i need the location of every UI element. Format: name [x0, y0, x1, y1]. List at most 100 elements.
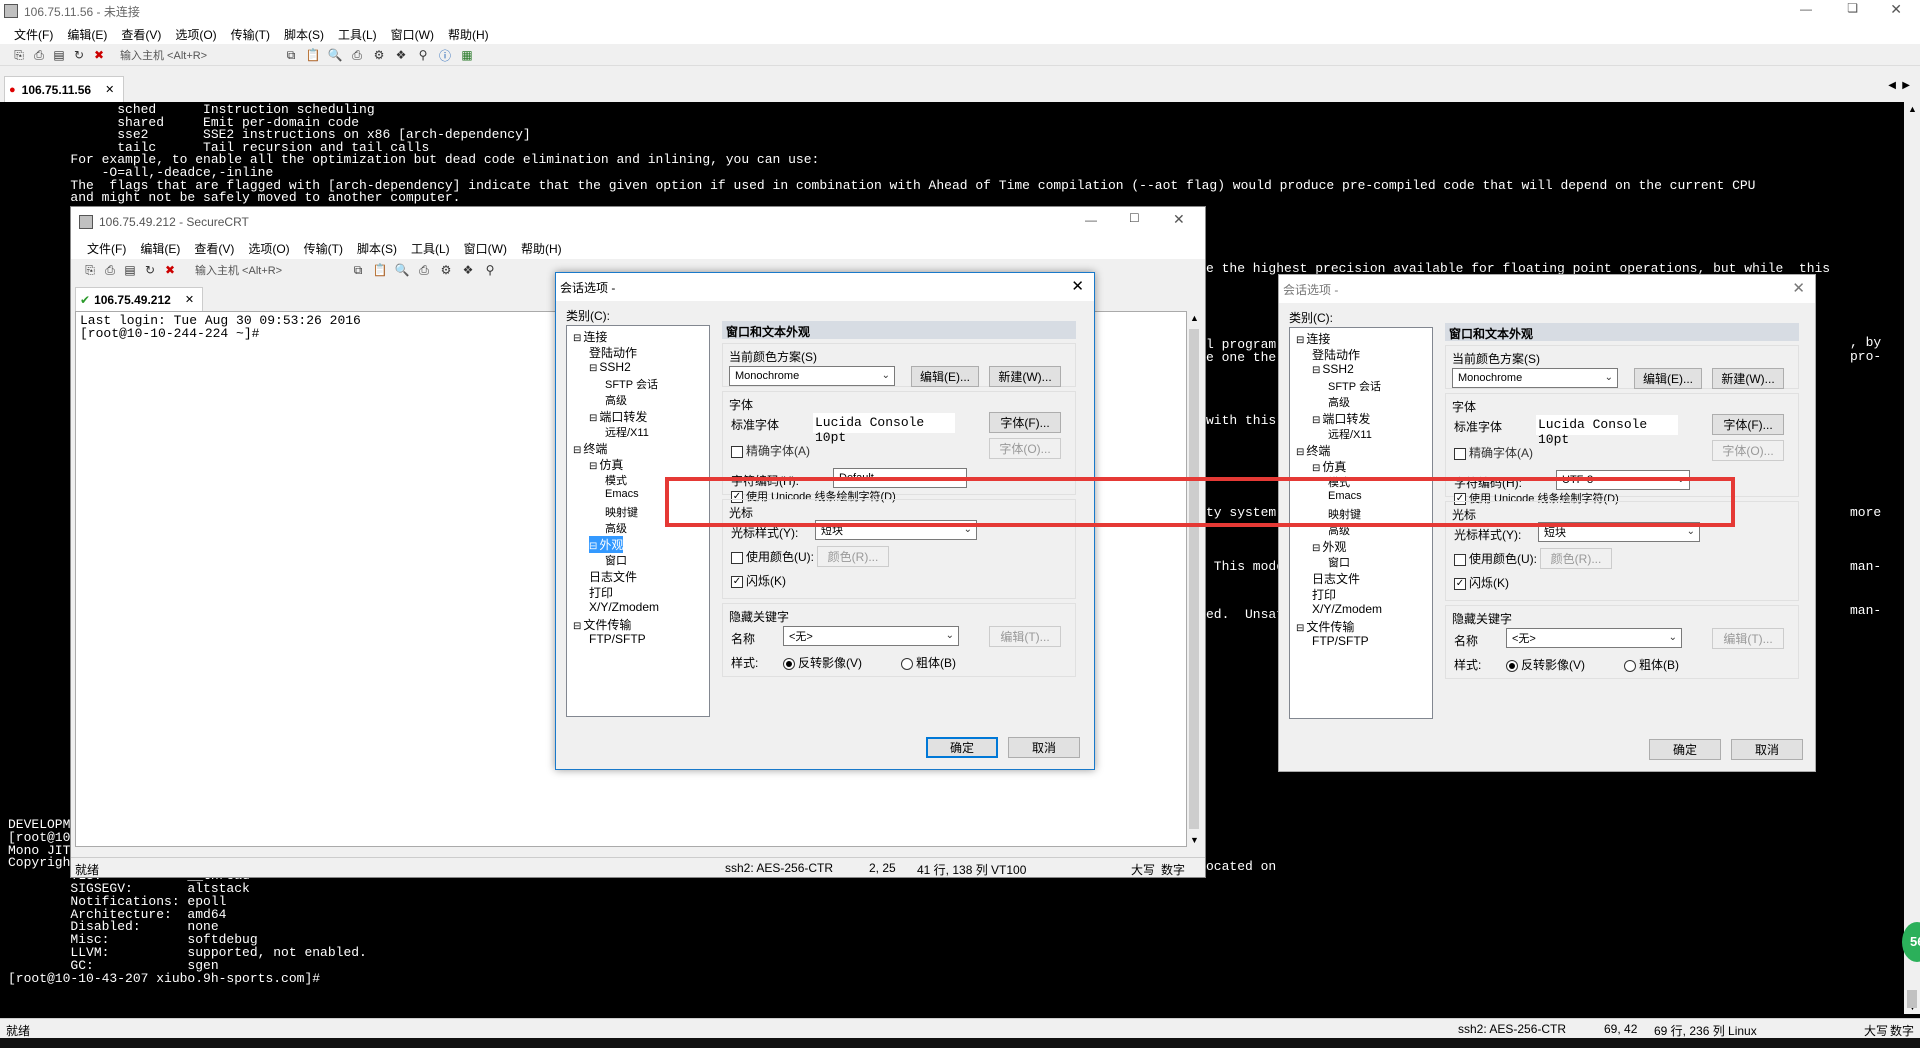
- find-icon[interactable]: 🔍: [326, 46, 344, 64]
- connect-tab-icon[interactable]: ▤: [121, 261, 139, 279]
- menu-item[interactable]: 工具(L): [338, 28, 377, 42]
- precise-font-checkbox[interactable]: 精确字体(A): [1454, 444, 1533, 461]
- quick-connect-icon[interactable]: ⎙: [101, 261, 119, 279]
- tree-item[interactable]: 登陆动作: [589, 344, 637, 361]
- minimize-button[interactable]: —: [1085, 213, 1097, 227]
- tree-item[interactable]: 打印: [1312, 586, 1336, 603]
- menu-item[interactable]: 帮助(H): [448, 28, 489, 42]
- inner-scrollbar[interactable]: ▲ ▼: [1187, 311, 1201, 847]
- menu-item[interactable]: 选项(O): [248, 242, 289, 256]
- tree-item[interactable]: ⊟ SSH2: [1312, 362, 1354, 376]
- menu-item[interactable]: 工具(L): [411, 242, 450, 256]
- font-button[interactable]: 字体(F)...: [989, 412, 1061, 433]
- tree-expander-icon[interactable]: ⊟: [1312, 415, 1320, 426]
- tree-item[interactable]: X/Y/Zmodem: [1312, 602, 1382, 616]
- tab-main-session[interactable]: ● 106.75.11.56 ✕: [4, 76, 124, 102]
- dialog-close-icon[interactable]: ✕: [1071, 277, 1084, 295]
- tree-expander-icon[interactable]: ⊟: [1312, 463, 1320, 474]
- tab-close-icon[interactable]: ✕: [105, 83, 114, 96]
- paste-icon[interactable]: 📋: [304, 46, 322, 64]
- menu-item[interactable]: 脚本(S): [357, 242, 397, 256]
- ok-button[interactable]: 确定: [926, 737, 998, 758]
- menu-item[interactable]: 帮助(H): [521, 242, 562, 256]
- dialog-close-icon[interactable]: ✕: [1792, 279, 1805, 297]
- tree-expander-icon[interactable]: ⊟: [1296, 623, 1304, 634]
- edit-keywords-button[interactable]: 编辑(T)...: [989, 626, 1061, 647]
- bold-radio[interactable]: 粗体(B): [901, 654, 956, 671]
- print-icon[interactable]: ⎙: [348, 46, 366, 64]
- blink-checkbox[interactable]: ✓ 闪烁(K): [731, 572, 786, 589]
- tree-item[interactable]: 高级: [1328, 394, 1350, 410]
- tree-item[interactable]: ⊟ 仿真: [589, 456, 623, 473]
- cancel-button[interactable]: 取消: [1731, 739, 1803, 760]
- key-icon[interactable]: ⚲: [414, 46, 432, 64]
- tree-expander-icon[interactable]: ⊟: [573, 333, 581, 344]
- tree-item[interactable]: 高级: [605, 392, 627, 408]
- new-scheme-button[interactable]: 新建(W)...: [989, 366, 1061, 387]
- precise-font-button[interactable]: 字体(O)...: [1712, 440, 1784, 461]
- menu-item[interactable]: 窗口(W): [464, 242, 507, 256]
- tree-item[interactable]: ⊟ 外观: [589, 536, 624, 553]
- tree-item[interactable]: ⊟ SSH2: [589, 360, 631, 374]
- color-scheme-select[interactable]: Monochrome ⌄: [729, 366, 895, 386]
- keyword-name-select[interactable]: <无> ⌄: [1506, 628, 1682, 648]
- edit-scheme-button[interactable]: 编辑(E)...: [1634, 368, 1702, 389]
- tab-scroll-right-icon[interactable]: ▶: [1902, 80, 1910, 91]
- font-button[interactable]: 字体(F)...: [1712, 414, 1784, 435]
- color-button[interactable]: 颜色(R)...: [1540, 548, 1612, 569]
- maximize-button[interactable]: ❏: [1847, 1, 1858, 15]
- new-scheme-button[interactable]: 新建(W)...: [1712, 368, 1784, 389]
- reconnect-icon[interactable]: ↻: [70, 46, 88, 64]
- cancel-button[interactable]: 取消: [1008, 737, 1080, 758]
- tree-expander-icon[interactable]: ⊟: [573, 445, 581, 456]
- paste-icon[interactable]: 📋: [371, 261, 389, 279]
- use-color-checkbox[interactable]: 使用颜色(U):: [731, 548, 814, 565]
- reverse-radio[interactable]: 反转影像(V): [1506, 656, 1585, 673]
- tree-expander-icon[interactable]: ⊟: [589, 541, 597, 552]
- key-icon[interactable]: ⚲: [481, 261, 499, 279]
- menu-item[interactable]: 传输(T): [231, 28, 270, 42]
- scroll-up-icon[interactable]: ▲: [1908, 104, 1917, 114]
- minimize-button[interactable]: —: [1800, 2, 1812, 16]
- tree-item[interactable]: SFTP 会话: [1328, 378, 1381, 394]
- map-icon[interactable]: ▦: [458, 46, 476, 64]
- tree-expander-icon[interactable]: ⊟: [1296, 335, 1304, 346]
- host-input[interactable]: 输入主机 <Alt+R>: [195, 262, 335, 278]
- tree-expander-icon[interactable]: ⊟: [1312, 365, 1320, 376]
- tree-item[interactable]: 窗口: [1328, 554, 1350, 570]
- tree-item[interactable]: 登陆动作: [1312, 346, 1360, 363]
- reverse-radio[interactable]: 反转影像(V): [783, 654, 862, 671]
- connect-tab-icon[interactable]: ▤: [50, 46, 68, 64]
- menu-item[interactable]: 查看(V): [194, 242, 234, 256]
- host-input[interactable]: 输入主机 <Alt+R>: [120, 47, 270, 63]
- tree-item[interactable]: 映射键: [605, 504, 638, 520]
- ok-button[interactable]: 确定: [1649, 739, 1721, 760]
- edit-keywords-button[interactable]: 编辑(T)...: [1712, 628, 1784, 649]
- tree-item[interactable]: ⊟ 终端: [573, 440, 607, 457]
- tree-item[interactable]: 日志文件: [1312, 570, 1360, 587]
- tree-item[interactable]: ⊟ 连接: [1296, 330, 1330, 347]
- connect-icon[interactable]: ⎘: [10, 46, 28, 64]
- tree-item[interactable]: 窗口: [605, 552, 627, 568]
- tree-expander-icon[interactable]: ⊟: [1296, 447, 1304, 458]
- color-button[interactable]: 颜色(R)...: [817, 546, 889, 567]
- tree-item[interactable]: ⊟ 文件传输: [573, 616, 631, 633]
- scroll-thumb[interactable]: [1189, 329, 1199, 829]
- main-scrollbar[interactable]: ▲ ▼: [1904, 102, 1920, 1014]
- bold-radio[interactable]: 粗体(B): [1624, 656, 1679, 673]
- color-scheme-select[interactable]: Monochrome ⌄: [1452, 368, 1618, 388]
- close-button[interactable]: ✕: [1890, 1, 1902, 18]
- tree-item[interactable]: X/Y/Zmodem: [589, 600, 659, 614]
- menu-item[interactable]: 脚本(S): [284, 28, 324, 42]
- copy-icon[interactable]: ⧉: [349, 261, 367, 279]
- tab-inner-session[interactable]: ✔ 106.75.49.212 ✕: [75, 287, 203, 311]
- settings-icon[interactable]: ⚙: [437, 261, 455, 279]
- tree-item[interactable]: 远程/X11: [605, 424, 649, 440]
- menu-item[interactable]: 窗口(W): [391, 28, 434, 42]
- edit-scheme-button[interactable]: 编辑(E)...: [911, 366, 979, 387]
- tree-expander-icon[interactable]: ⊟: [589, 363, 597, 374]
- print-icon[interactable]: ⎙: [415, 261, 433, 279]
- keyword-name-select[interactable]: <无> ⌄: [783, 626, 959, 646]
- tree-item[interactable]: FTP/SFTP: [1312, 634, 1369, 648]
- tree-item[interactable]: Emacs: [605, 488, 639, 500]
